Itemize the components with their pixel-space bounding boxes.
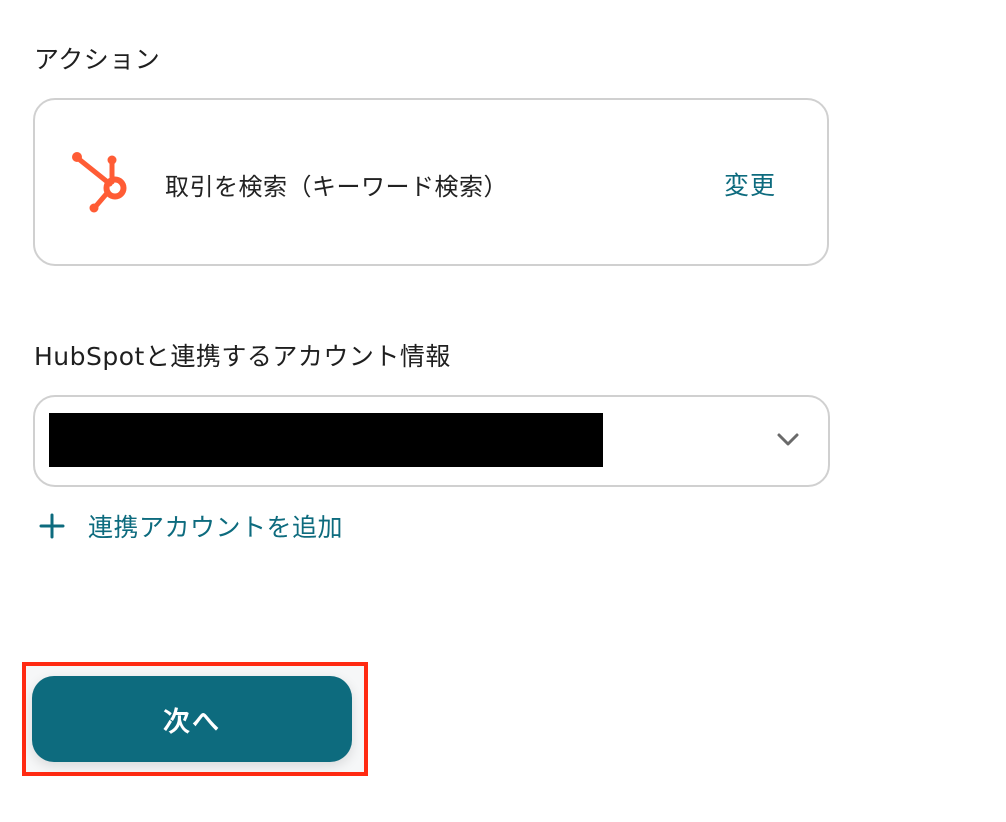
action-section-label: アクション	[34, 45, 161, 74]
action-name: 取引を検索（キーワード検索）	[165, 173, 508, 201]
hubspot-icon	[72, 152, 127, 213]
next-button[interactable]: 次へ	[32, 676, 352, 762]
change-action-link[interactable]: 変更	[724, 166, 776, 202]
add-account-link[interactable]: 連携アカウントを追加	[38, 508, 343, 544]
plus-icon	[39, 513, 65, 539]
chevron-down-icon[interactable]	[776, 432, 800, 448]
account-section-label: HubSpotと連携するアカウント情報	[34, 342, 451, 371]
redacted-account-value	[49, 413, 603, 467]
add-account-label: 連携アカウントを追加	[88, 513, 344, 542]
